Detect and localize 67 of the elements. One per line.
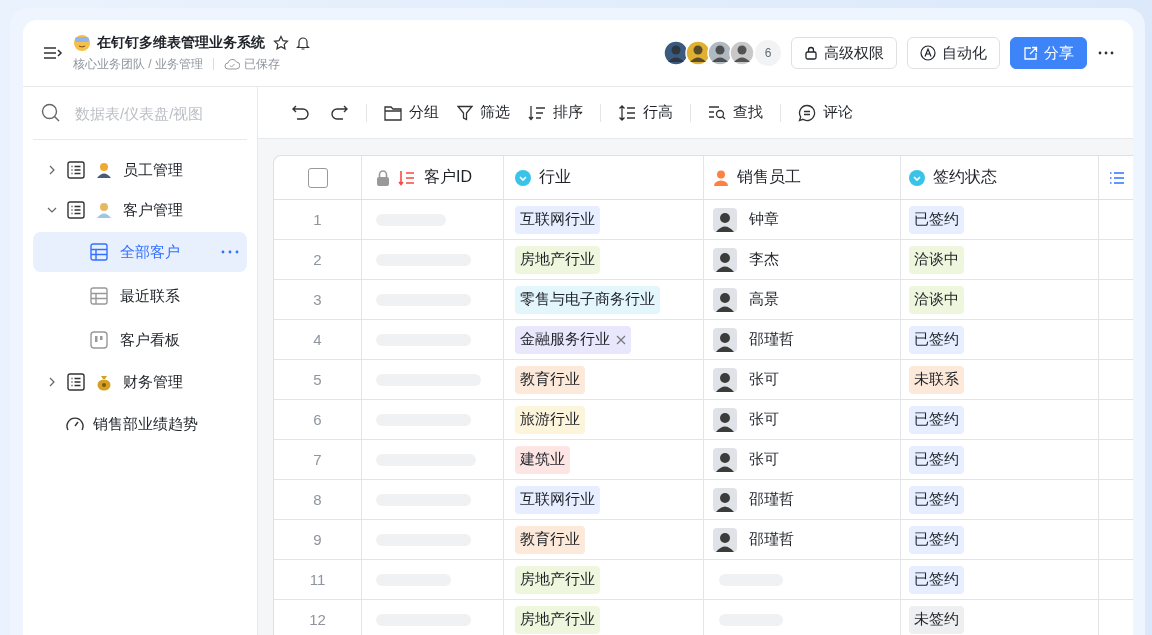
- person-name: 钟章: [749, 210, 779, 229]
- option-tag[interactable]: 互联网行业: [515, 485, 600, 514]
- row-number: 3: [313, 291, 322, 308]
- sidebar-item[interactable]: 客户管理: [33, 190, 247, 230]
- option-tag[interactable]: 教育行业: [515, 525, 585, 554]
- status-tag[interactable]: 已签约: [909, 405, 964, 434]
- person-name: 邵瑾哲: [749, 490, 794, 509]
- column-header[interactable]: 签约状态: [909, 167, 997, 188]
- column-header[interactable]: 行业: [515, 167, 571, 188]
- row-number: 8: [313, 491, 322, 508]
- row-number: 11: [309, 571, 326, 588]
- option-tag[interactable]: 建筑业: [515, 445, 570, 474]
- status-tag[interactable]: 已签约: [909, 205, 964, 234]
- row-number: 7: [313, 451, 322, 468]
- toolbar-button[interactable]: 排序: [521, 99, 590, 126]
- person-name: 张可: [749, 410, 779, 429]
- member-count[interactable]: 6: [755, 40, 781, 66]
- header-button[interactable]: 自动化: [907, 37, 1000, 69]
- column-header[interactable]: 销售员工: [713, 167, 801, 188]
- option-tag[interactable]: 教育行业: [515, 365, 585, 394]
- option-tag[interactable]: 房地产行业: [515, 245, 600, 274]
- status-tag[interactable]: 洽谈中: [909, 245, 964, 274]
- save-status: 已保存: [244, 55, 280, 73]
- breadcrumb: 核心业务团队 / 业务管理: [73, 55, 203, 73]
- toolbar-button[interactable]: 查找: [701, 99, 770, 126]
- option-tag[interactable]: 房地产行业: [515, 565, 600, 594]
- row-number: 9: [313, 531, 322, 548]
- status-tag[interactable]: 洽谈中: [909, 285, 964, 314]
- option-tag[interactable]: 金融服务行业: [515, 325, 631, 354]
- sidebar-item[interactable]: 销售部业绩趋势: [33, 404, 247, 444]
- view-item[interactable]: 最近联系: [33, 276, 247, 316]
- sidebar-item[interactable]: 财务管理: [33, 362, 247, 402]
- person-name: 邵瑾哲: [749, 330, 794, 349]
- status-tag[interactable]: 已签约: [909, 525, 964, 554]
- person-name: 李杰: [749, 250, 779, 269]
- row-number: 4: [313, 331, 322, 348]
- search-field[interactable]: 数据表/仪表盘/视图: [73, 103, 237, 123]
- row-number: 5: [313, 371, 322, 388]
- option-tag[interactable]: 零售与电子商务行业: [515, 285, 660, 314]
- option-tag[interactable]: 旅游行业: [515, 405, 585, 434]
- document-title: 在钉钉多维表管理业务系统: [97, 33, 265, 52]
- toolbar-button[interactable]: 分组: [377, 99, 446, 126]
- status-tag[interactable]: 已签约: [909, 485, 964, 514]
- header-button[interactable]: 分享: [1010, 37, 1087, 69]
- row-number: 2: [313, 251, 322, 268]
- status-tag[interactable]: 已签约: [909, 445, 964, 474]
- person-name: 张可: [749, 370, 779, 389]
- row-number: 6: [313, 411, 322, 428]
- row-number: 1: [313, 211, 322, 228]
- person-name: 高景: [749, 290, 779, 309]
- column-header[interactable]: 客户ID: [376, 167, 472, 188]
- toolbar-button[interactable]: 行高: [611, 99, 680, 126]
- status-tag[interactable]: 已签约: [909, 565, 964, 594]
- option-tag[interactable]: 房地产行业: [515, 605, 600, 634]
- header-button[interactable]: 高级权限: [791, 37, 897, 69]
- status-tag[interactable]: 未联系: [909, 365, 964, 394]
- view-item[interactable]: 客户看板: [33, 320, 247, 360]
- person-name: 邵瑾哲: [749, 530, 794, 549]
- toolbar-button[interactable]: 筛选: [450, 99, 517, 126]
- person-name: 张可: [749, 450, 779, 469]
- toolbar-button[interactable]: 评论: [791, 99, 860, 126]
- status-tag[interactable]: 未签约: [909, 605, 964, 634]
- row-number: 12: [309, 611, 326, 628]
- status-tag[interactable]: 已签约: [909, 325, 964, 354]
- view-item[interactable]: 全部客户: [33, 232, 247, 272]
- sidebar-item[interactable]: 员工管理: [33, 150, 247, 190]
- option-tag[interactable]: 互联网行业: [515, 205, 600, 234]
